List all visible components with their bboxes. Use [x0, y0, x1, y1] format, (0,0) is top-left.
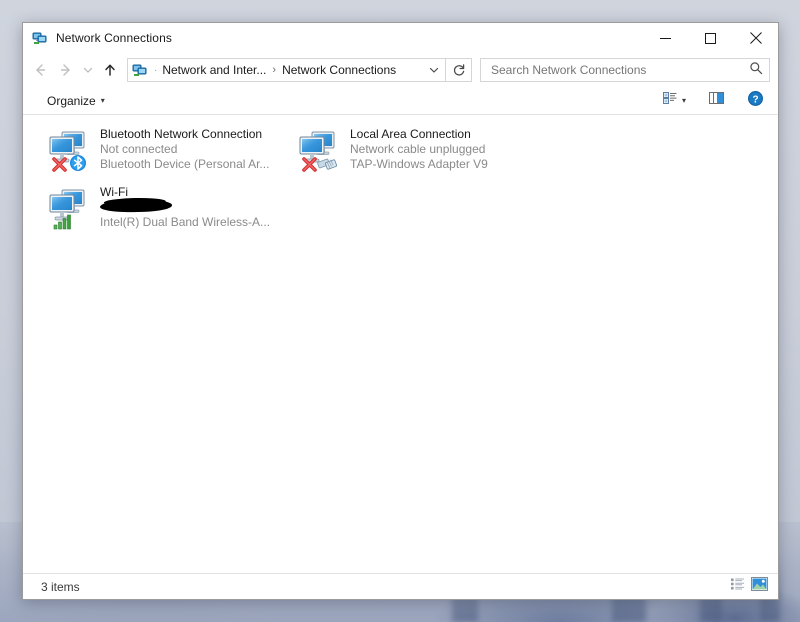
connection-device: TAP-Windows Adapter V9 [350, 157, 488, 171]
large-icons-view-icon [750, 577, 768, 596]
chevron-down-icon: ▾ [100, 96, 105, 105]
ethernet-cable-icon [317, 155, 339, 176]
breadcrumb-network-icon [132, 62, 148, 78]
red-x-icon [301, 156, 318, 178]
network-adapter-icon [295, 126, 343, 174]
title-bar[interactable]: Network Connections [23, 23, 778, 53]
recent-locations-button[interactable] [79, 57, 97, 83]
change-view-icon [662, 90, 678, 111]
refresh-button[interactable] [446, 58, 472, 82]
tiles-container: Bluetooth Network Connection Not connect… [23, 123, 778, 239]
connection-status: Not connected [100, 142, 178, 156]
organize-label: Organize [47, 93, 96, 108]
caption-buttons [643, 23, 778, 53]
list-item[interactable]: Bluetooth Network Connection Not connect… [41, 123, 291, 181]
list-item[interactable]: Wi-Fi Intel(R) Dual Band Wireless-A... [41, 181, 291, 239]
breadcrumb[interactable]: · Network and Inter... › Network Connect… [127, 58, 446, 82]
details-view-icon [730, 577, 745, 596]
connection-name: Local Area Connection [350, 127, 471, 141]
network-adapter-icon [45, 184, 93, 232]
back-button[interactable] [27, 57, 53, 83]
list-item-text: Bluetooth Network Connection Not connect… [100, 126, 287, 172]
network-adapter-icon [45, 126, 93, 174]
svg-text:?: ? [752, 94, 758, 105]
breadcrumb-dot-separator: · [154, 64, 158, 76]
item-count-label: 3 items [41, 579, 80, 594]
breadcrumb-item-network-connections[interactable]: Network Connections [280, 62, 398, 78]
window-title: Network Connections [56, 31, 172, 45]
network-connections-window: Network Connections · Network and Inter.… [22, 22, 779, 600]
preview-pane-icon [708, 90, 725, 111]
details-view-button[interactable] [726, 577, 748, 597]
close-button[interactable] [733, 23, 778, 53]
search-input[interactable] [489, 62, 749, 78]
organize-button[interactable]: Organize ▾ [41, 91, 111, 111]
command-toolbar: Organize ▾ ▾ ? [23, 87, 778, 115]
list-item-text: Wi-Fi Intel(R) Dual Band Wireless-A... [99, 184, 287, 230]
minimize-button[interactable] [643, 23, 688, 53]
help-icon: ? [747, 90, 764, 112]
list-item[interactable]: Local Area Connection Network cable unpl… [291, 123, 541, 181]
list-item-text: Local Area Connection Network cable unpl… [350, 126, 537, 172]
bluetooth-icon [69, 154, 87, 177]
search-icon[interactable] [749, 61, 763, 80]
help-button[interactable]: ? [743, 90, 768, 112]
change-view-button[interactable]: ▾ [658, 90, 690, 112]
connection-status: Network cable unplugged [350, 142, 486, 156]
maximize-button[interactable] [688, 23, 733, 53]
address-bar-row: · Network and Inter... › Network Connect… [23, 53, 778, 87]
red-x-icon [51, 156, 68, 178]
network-connections-icon [32, 30, 48, 46]
preview-pane-button[interactable] [704, 90, 729, 112]
status-bar: 3 items [23, 573, 778, 599]
connection-device: Intel(R) Dual Band Wireless-A... [100, 215, 271, 229]
search-box[interactable] [480, 58, 770, 82]
connection-device: Bluetooth Device (Personal Ar... [100, 157, 270, 171]
forward-button[interactable] [53, 57, 79, 83]
breadcrumb-item-network-and-internet[interactable]: Network and Inter... [160, 62, 268, 78]
breadcrumb-separator: › [272, 64, 277, 76]
wifi-signal-icon [53, 212, 73, 235]
connection-name: Bluetooth Network Connection [100, 127, 263, 141]
chevron-down-icon: ▾ [681, 96, 686, 105]
connections-list[interactable]: Bluetooth Network Connection Not connect… [23, 115, 778, 573]
chevron-down-icon[interactable] [423, 64, 445, 76]
up-button[interactable] [97, 57, 123, 83]
large-icons-view-button[interactable] [748, 577, 770, 597]
